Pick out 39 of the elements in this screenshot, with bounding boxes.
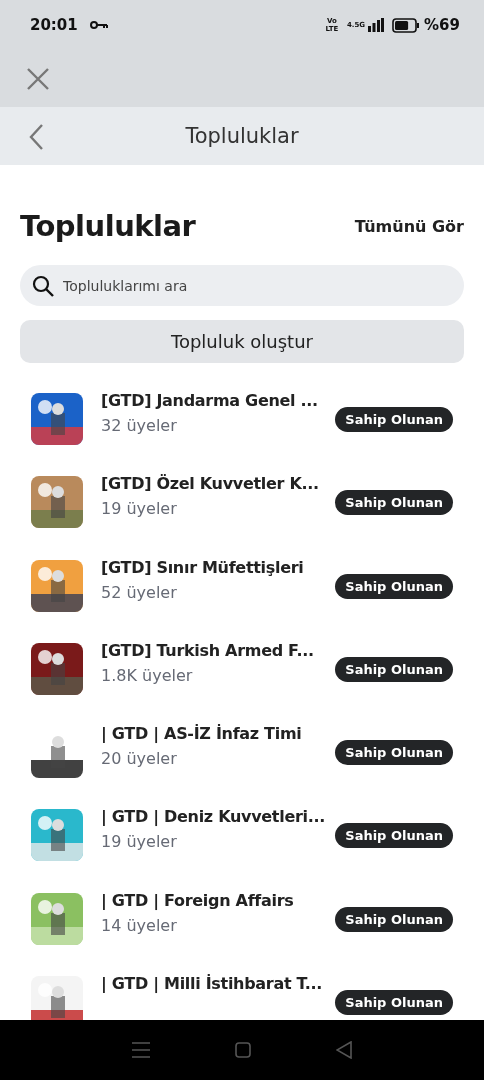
- battery-icon: [392, 17, 421, 33]
- member-count: 14 üyeler: [101, 915, 178, 935]
- search-icon: [32, 275, 54, 297]
- search-field[interactable]: Topluluklarımı ara: [20, 265, 464, 306]
- member-count: 1.8K üyeler: [101, 665, 194, 685]
- battery-percent: %69: [424, 16, 460, 34]
- member-count: 32 üyeler: [101, 416, 178, 435]
- section-title: Topluluklar: [20, 209, 196, 243]
- create-community-button[interactable]: Topluluk oluştur: [20, 320, 464, 363]
- key-icon: [89, 20, 108, 30]
- header-title: Topluluklar: [185, 124, 299, 148]
- see-all-link[interactable]: Tümünü Gör: [354, 216, 464, 236]
- member-count: 19 üyeler: [101, 499, 178, 519]
- signal-icon: [368, 18, 385, 32]
- owned-badge: Sahip Olunan: [335, 573, 453, 599]
- community-name[interactable]: | GTD | Deniz Kuvvetleri...: [101, 807, 336, 827]
- community-name[interactable]: [GTD] Jandarma Genel ...: [101, 391, 336, 410]
- clock: 20:01: [30, 16, 78, 34]
- close-button[interactable]: [26, 66, 50, 91]
- owned-badge: Sahip Olunan: [335, 490, 453, 516]
- owned-badge: Sahip Olunan: [335, 990, 453, 1016]
- owned-badge: Sahip Olunan: [335, 656, 453, 682]
- owned-badge: Sahip Olunan: [335, 823, 453, 849]
- owned-badge: Sahip Olunan: [335, 740, 453, 766]
- community-name[interactable]: | GTD | Foreign Affairs: [101, 890, 336, 910]
- owned-badge: Sahip Olunan: [335, 906, 453, 932]
- community-name[interactable]: | GTD | Milli İstihbarat T...: [101, 974, 336, 994]
- community-name[interactable]: | GTD | AS-İZ İnfaz Timi: [101, 724, 336, 744]
- back-icon[interactable]: [335, 1041, 352, 1059]
- home-icon[interactable]: [235, 1042, 251, 1058]
- community-name[interactable]: [GTD] Sınır Müfettişleri: [101, 557, 336, 577]
- community-name[interactable]: [GTD] Turkish Armed F...: [101, 640, 336, 660]
- menu-icon[interactable]: [132, 1042, 151, 1058]
- owned-badge: Sahip Olunan: [335, 407, 453, 432]
- member-count: 20 üyeler: [101, 749, 178, 769]
- member-count: 19 üyeler: [101, 832, 178, 852]
- community-name[interactable]: [GTD] Özel Kuvvetler K...: [101, 474, 336, 494]
- back-button[interactable]: [28, 124, 44, 150]
- member-count: 52 üyeler: [101, 582, 178, 602]
